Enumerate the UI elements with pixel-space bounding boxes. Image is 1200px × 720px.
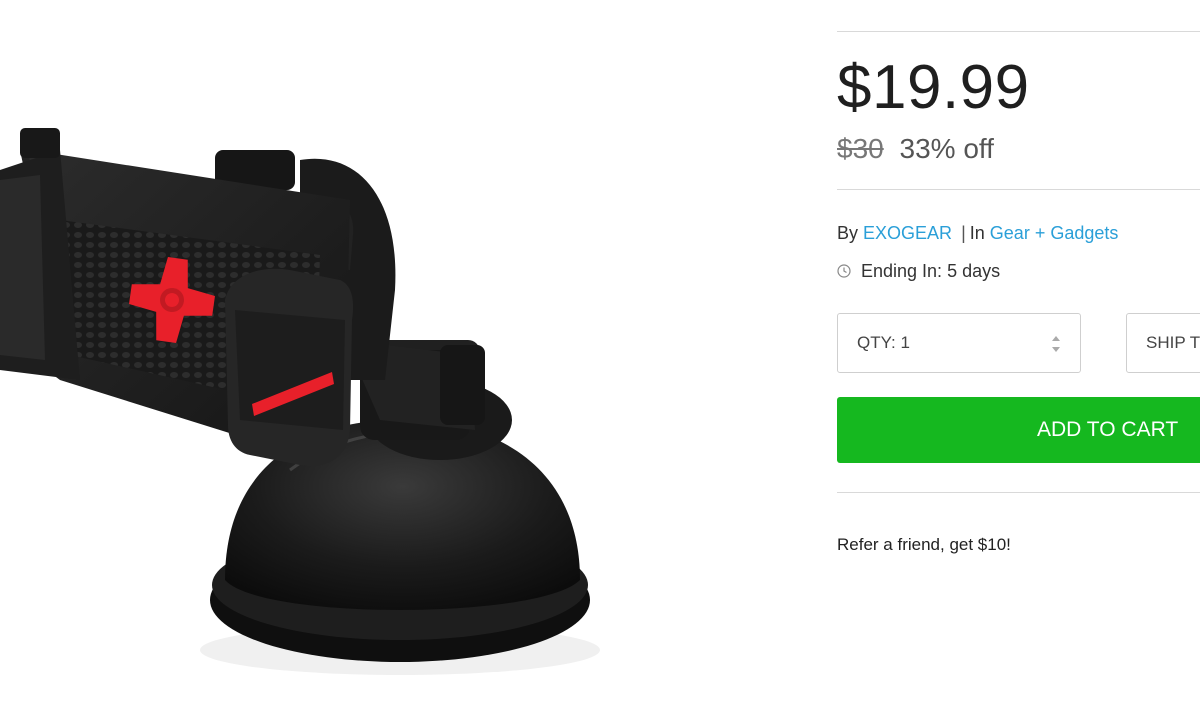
divider xyxy=(837,189,1200,190)
by-label: By xyxy=(837,223,859,243)
ending-timer: Ending In: 5 days xyxy=(837,260,1000,282)
add-to-cart-button[interactable]: ADD TO CART xyxy=(837,397,1200,463)
in-label: In xyxy=(969,223,985,243)
product-image xyxy=(0,0,800,720)
byline: By EXOGEAR | In Gear + Gadgets xyxy=(837,222,1118,244)
ship-to-select[interactable]: SHIP T xyxy=(1126,313,1200,373)
add-to-cart-label: ADD TO CART xyxy=(1037,418,1179,441)
ending-text: Ending In: 5 days xyxy=(861,261,1001,281)
divider xyxy=(837,31,1200,32)
discount-label: 33% off xyxy=(899,133,994,164)
price-comparison: $30 33% off xyxy=(837,133,994,165)
byline-separator: | xyxy=(961,223,966,243)
phone-mount-illustration xyxy=(0,128,600,675)
sale-price: $19.99 xyxy=(837,53,1030,122)
divider xyxy=(837,492,1200,493)
clock-icon xyxy=(837,264,851,278)
product-details-panel: $19.99 $30 33% off By EXOGEAR | In Gear +… xyxy=(837,0,1200,720)
original-price: $30 xyxy=(837,133,884,164)
quantity-label: QTY: 1 xyxy=(857,333,910,352)
product-page: $19.99 $30 33% off By EXOGEAR | In Gear +… xyxy=(0,0,1200,720)
quantity-select[interactable]: QTY: 1 xyxy=(837,313,1081,373)
category-link[interactable]: Gear + Gadgets xyxy=(990,223,1119,243)
brand-link[interactable]: EXOGEAR xyxy=(863,223,952,243)
referral-link[interactable]: Refer a friend, get $10! xyxy=(837,535,1011,555)
stepper-icon[interactable] xyxy=(1050,333,1062,355)
ship-to-label: SHIP T xyxy=(1146,333,1200,352)
